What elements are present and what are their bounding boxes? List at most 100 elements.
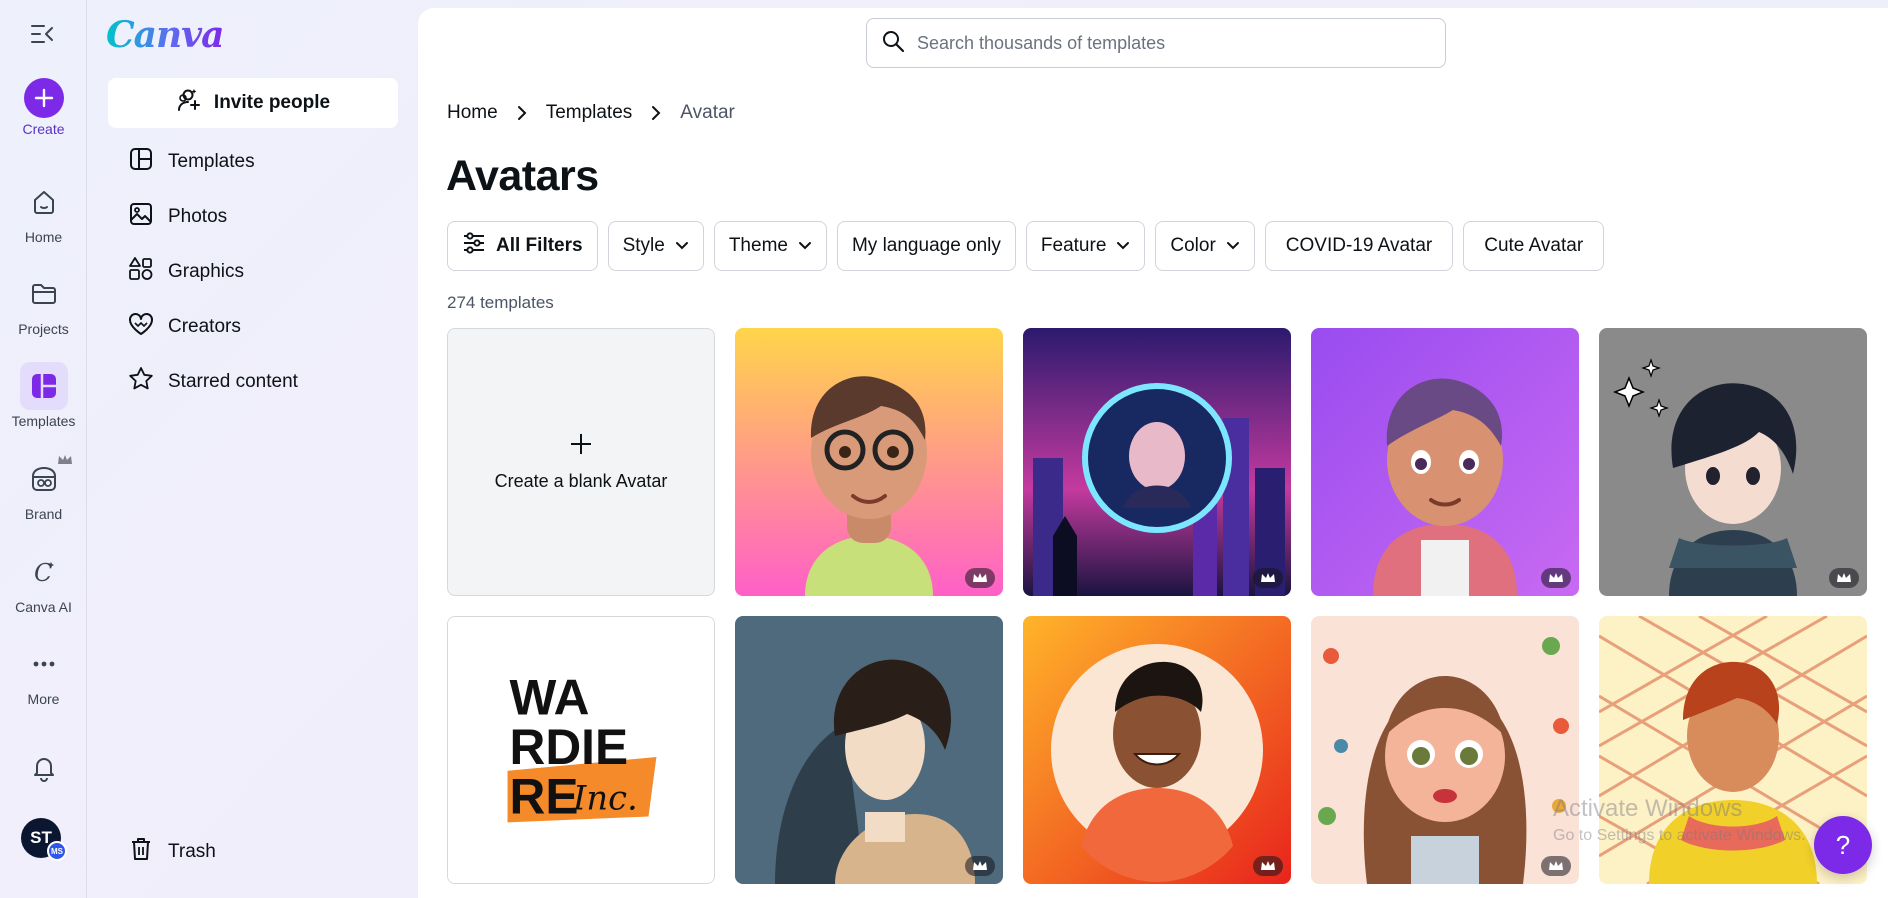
invite-people-label: Invite people [213, 92, 331, 113]
add-people-icon [176, 87, 202, 119]
rail-templates[interactable]: Templates [0, 362, 87, 429]
template-card[interactable] [1311, 616, 1579, 884]
premium-crown-icon [1541, 568, 1571, 588]
template-card[interactable] [1311, 328, 1579, 596]
canva-logo[interactable]: Canva [106, 14, 224, 56]
filter-bar: All Filters Style Theme My language only… [447, 221, 1605, 271]
chevron-down-icon [1116, 235, 1130, 257]
rail-brand-label: Brand [24, 506, 63, 522]
all-filters-button[interactable]: All Filters [447, 221, 598, 271]
logo-text-line: RDIE [510, 719, 629, 775]
template-thumbnail [1023, 616, 1291, 884]
template-card[interactable] [735, 328, 1003, 596]
template-thumbnail [1599, 328, 1867, 596]
logo-text-line: WA [510, 669, 590, 725]
side-panel: Canva Invite people Templates Photos Gra… [88, 0, 418, 898]
template-card[interactable] [1023, 328, 1291, 596]
my-language-filter-label: My language only [851, 235, 1001, 256]
search-bar[interactable] [866, 18, 1446, 68]
create-blank-label: Create a blank Avatar [494, 471, 668, 491]
chevron-down-icon [1226, 235, 1240, 257]
rail-create-label: Create [22, 121, 65, 137]
feature-filter[interactable]: Feature [1025, 221, 1146, 271]
template-thumbnail [1023, 328, 1291, 596]
covid-avatar-filter[interactable]: COVID-19 Avatar [1264, 221, 1454, 271]
nav-graphics[interactable]: Graphics [108, 250, 398, 294]
rail-projects-label: Projects [18, 321, 69, 337]
breadcrumb-avatar: Avatar [680, 102, 735, 123]
nav-templates-label: Templates [168, 151, 255, 172]
all-filters-label: All Filters [496, 235, 583, 256]
home-icon [20, 178, 68, 226]
nav-creators[interactable]: Creators [108, 305, 398, 349]
help-button[interactable]: ? [1814, 816, 1872, 874]
left-rail: Create Home Projects Templates Brand C C… [0, 0, 87, 898]
rail-create[interactable]: Create [0, 78, 87, 137]
nav-photos[interactable]: Photos [108, 195, 398, 239]
nav-trash[interactable]: Trash [108, 830, 398, 874]
theme-filter[interactable]: Theme [713, 221, 827, 271]
nav-creators-label: Creators [168, 316, 241, 337]
rail-brand[interactable]: Brand [0, 455, 87, 522]
rail-more-label: More [27, 691, 60, 707]
my-language-filter[interactable]: My language only [836, 221, 1016, 271]
search-icon [881, 29, 905, 58]
user-avatar[interactable]: ST MS [21, 818, 67, 861]
filters-icon [462, 232, 486, 260]
main-content: Home Templates Avatar Avatars All Filter… [418, 8, 1888, 898]
logo-text-line: RE [510, 769, 579, 825]
create-blank-card[interactable]: Create a blank Avatar [447, 328, 715, 596]
premium-crown-icon [965, 856, 995, 876]
canva-ai-icon: C [20, 548, 68, 596]
rail-canva-ai[interactable]: C Canva AI [0, 548, 87, 615]
template-card[interactable]: WA RDIE RE Inc. [447, 616, 715, 884]
search-input[interactable] [917, 32, 1417, 54]
rail-home[interactable]: Home [0, 178, 87, 245]
premium-crown-icon [1253, 568, 1283, 588]
more-dots-icon [20, 640, 68, 688]
rail-canva-ai-label: Canva AI [15, 599, 72, 615]
premium-crown-icon [965, 568, 995, 588]
nav-photos-label: Photos [168, 206, 228, 227]
logo-script-text: Inc. [572, 779, 638, 818]
cute-avatar-filter-label: Cute Avatar [1484, 235, 1584, 256]
premium-crown-icon [1541, 856, 1571, 876]
template-thumbnail [735, 328, 1003, 596]
template-card[interactable] [1599, 328, 1867, 596]
rail-projects[interactable]: Projects [0, 270, 87, 337]
chevron-down-icon [675, 235, 689, 257]
covid-avatar-filter-label: COVID-19 Avatar [1285, 235, 1433, 256]
bell-icon [20, 744, 68, 792]
nav-trash-label: Trash [168, 841, 216, 862]
template-card[interactable] [735, 616, 1003, 884]
cute-avatar-filter[interactable]: Cute Avatar [1463, 221, 1605, 271]
graphics-icon [128, 256, 154, 288]
template-card[interactable] [1023, 616, 1291, 884]
chevron-down-icon [798, 235, 812, 257]
nav-graphics-label: Graphics [168, 261, 245, 282]
nav-starred-label: Starred content [168, 371, 298, 392]
premium-crown-icon [1253, 856, 1283, 876]
rail-notifications[interactable] [0, 744, 87, 792]
style-filter-label: Style [622, 235, 665, 256]
breadcrumb-templates[interactable]: Templates [546, 102, 633, 124]
collapse-menu-icon[interactable] [28, 22, 56, 46]
theme-filter-label: Theme [728, 235, 788, 256]
template-thumbnail [1311, 616, 1579, 884]
templates-icon [128, 146, 154, 178]
crown-icon [57, 453, 73, 471]
breadcrumb-home[interactable]: Home [447, 102, 498, 124]
rail-home-label: Home [24, 229, 63, 245]
rail-more[interactable]: More [0, 640, 87, 707]
chevron-right-icon [650, 105, 662, 121]
template-count: 274 templates [447, 293, 554, 312]
template-thumbnail [1311, 328, 1579, 596]
color-filter[interactable]: Color [1155, 221, 1255, 271]
style-filter[interactable]: Style [607, 221, 704, 271]
rail-templates-label: Templates [11, 413, 76, 429]
nav-starred[interactable]: Starred content [108, 360, 398, 404]
template-thumbnail [735, 616, 1003, 884]
svg-text:C: C [34, 559, 52, 587]
invite-people-button[interactable]: Invite people [108, 78, 398, 128]
nav-templates[interactable]: Templates [108, 140, 398, 184]
